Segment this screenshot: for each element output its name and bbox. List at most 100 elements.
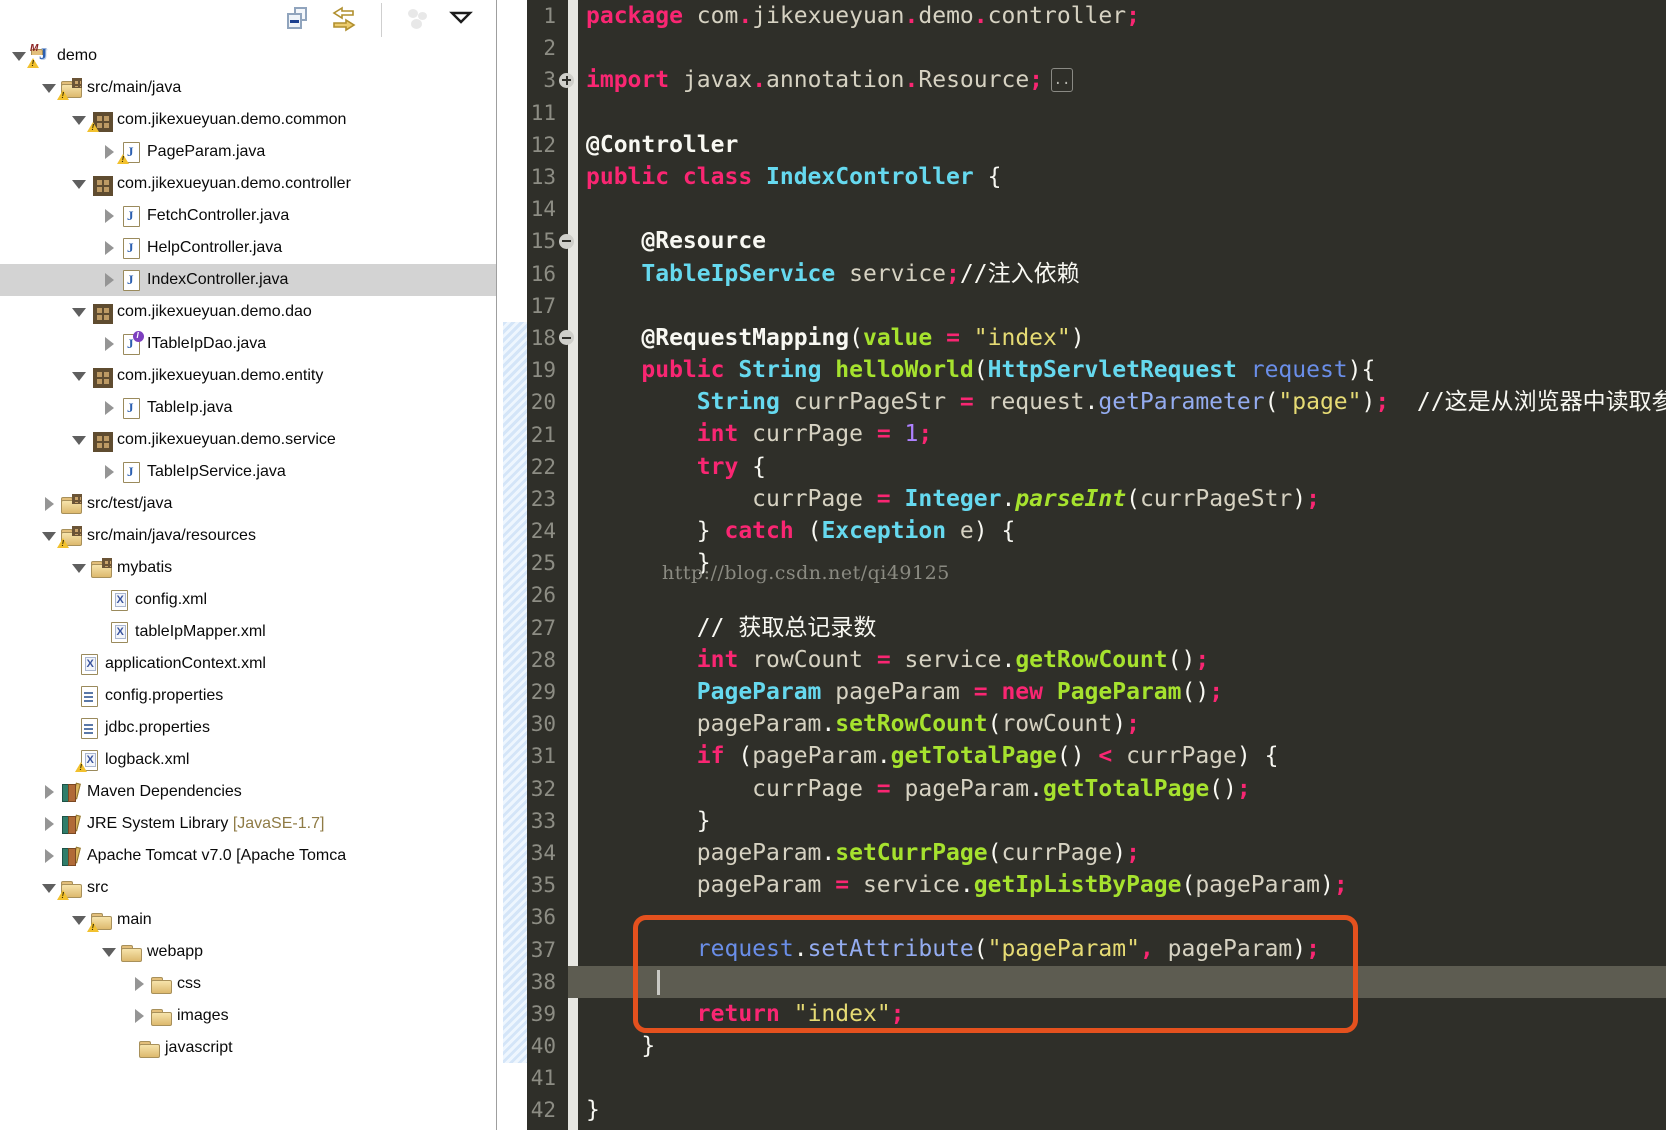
tree-item-src[interactable]: src <box>0 872 496 904</box>
code-line-14[interactable] <box>568 193 1666 225</box>
tree-item-javascript[interactable]: javascript <box>0 1032 496 1064</box>
tree-item-config-properties[interactable]: config.properties <box>0 680 496 712</box>
tree-item-helpcontroller-java[interactable]: HelpController.java <box>0 232 496 264</box>
code-line-26[interactable] <box>568 579 1666 611</box>
tree-item-tableipservice-java[interactable]: TableIpService.java <box>0 456 496 488</box>
code-line-29[interactable]: PageParam pageParam = new PageParam(); <box>568 676 1666 708</box>
folded-imports-box[interactable]: .. <box>1051 68 1074 93</box>
disclosure-triangle[interactable] <box>38 497 60 511</box>
code-line-39[interactable]: return "index"; <box>568 998 1666 1030</box>
code-line-41[interactable] <box>568 1062 1666 1094</box>
disclosure-triangle[interactable] <box>8 51 30 61</box>
disclosure-triangle[interactable] <box>68 307 90 317</box>
disclosure-triangle[interactable] <box>98 145 120 159</box>
code-line-19[interactable]: public String helloWorld(HttpServletRequ… <box>568 354 1666 386</box>
tree-item-com-jikexueyuan-demo-entity[interactable]: com.jikexueyuan.demo.entity <box>0 360 496 392</box>
code-line-22[interactable]: try { <box>568 451 1666 483</box>
tree-item-main[interactable]: main <box>0 904 496 936</box>
code-line-27[interactable]: // 获取总记录数 <box>568 612 1666 644</box>
tree-item-tableipmapper-xml[interactable]: tableIpMapper.xml <box>0 616 496 648</box>
disclosure-triangle[interactable] <box>98 241 120 255</box>
tree-item-src-main-java-resources[interactable]: src/main/java/resources <box>0 520 496 552</box>
code-line-33[interactable]: } <box>568 805 1666 837</box>
code-line-3[interactable]: import javax.annotation.Resource;.. <box>568 64 1666 96</box>
disclosure-triangle[interactable] <box>68 115 90 125</box>
disclosure-triangle[interactable] <box>68 563 90 573</box>
code-line-18[interactable]: @RequestMapping(value = "index") <box>568 322 1666 354</box>
code-line-17[interactable] <box>568 290 1666 322</box>
tree-item-webapp[interactable]: webapp <box>0 936 496 968</box>
tree-item-applicationcontext-xml[interactable]: applicationContext.xml <box>0 648 496 680</box>
disclosure-triangle[interactable] <box>98 337 120 351</box>
disclosure-triangle[interactable] <box>38 817 60 831</box>
tree-item-logback-xml[interactable]: logback.xml <box>0 744 496 776</box>
fold-expand-icon[interactable] <box>559 72 574 88</box>
disclosure-triangle[interactable] <box>128 1009 150 1023</box>
code-line-31[interactable]: if (pageParam.getTotalPage() < currPage)… <box>568 740 1666 772</box>
disclosure-triangle[interactable] <box>68 371 90 381</box>
code-line-34[interactable]: pageParam.setCurrPage(currPage); <box>568 837 1666 869</box>
tree-item-itableipdao-java[interactable]: ITableIpDao.java <box>0 328 496 360</box>
tree-item-apache-tomcat-v7-0-apache-tomca[interactable]: Apache Tomcat v7.0 [Apache Tomca <box>0 840 496 872</box>
tree-item-css[interactable]: css <box>0 968 496 1000</box>
code-line-11[interactable] <box>568 97 1666 129</box>
code-line-38[interactable] <box>568 965 1666 998</box>
code-line-16[interactable]: TableIpService service;//注入依赖 <box>568 258 1666 290</box>
disclosure-triangle[interactable] <box>98 465 120 479</box>
code-line-36[interactable] <box>568 901 1666 933</box>
code-line-1[interactable]: package com.jikexueyuan.demo.controller; <box>568 0 1666 32</box>
code-line-2[interactable] <box>568 32 1666 64</box>
fold-collapse-icon[interactable] <box>559 233 574 249</box>
tree-item-tableip-java[interactable]: TableIp.java <box>0 392 496 424</box>
tree-item-mybatis[interactable]: mybatis <box>0 552 496 584</box>
tree-item-demo[interactable]: Mdemo <box>0 40 496 72</box>
tree-item-pageparam-java[interactable]: PageParam.java <box>0 136 496 168</box>
code-line-28[interactable]: int rowCount = service.getRowCount(); <box>568 644 1666 676</box>
tree-item-src-test-java[interactable]: src/test/java <box>0 488 496 520</box>
disclosure-triangle[interactable] <box>38 785 60 799</box>
tree-item-src-main-java[interactable]: src/main/java <box>0 72 496 104</box>
disclosure-triangle[interactable] <box>98 273 120 287</box>
disclosure-triangle[interactable] <box>38 531 60 541</box>
focus-icon[interactable] <box>404 5 434 35</box>
disclosure-triangle[interactable] <box>38 83 60 93</box>
disclosure-triangle[interactable] <box>98 947 120 957</box>
tree-item-jre-system-library-[interactable]: JRE System Library [JavaSE-1.7] <box>0 808 496 840</box>
disclosure-triangle[interactable] <box>68 915 90 925</box>
code-line-24[interactable]: } catch (Exception e) { <box>568 515 1666 547</box>
code-line-12[interactable]: @Controller <box>568 129 1666 161</box>
tree-item-com-jikexueyuan-demo-service[interactable]: com.jikexueyuan.demo.service <box>0 424 496 456</box>
code-line-13[interactable]: public class IndexController { <box>568 161 1666 193</box>
disclosure-triangle[interactable] <box>68 179 90 189</box>
code-line-42[interactable]: } <box>568 1094 1666 1126</box>
code-line-25[interactable]: } <box>568 547 1666 579</box>
tree-item-fetchcontroller-java[interactable]: FetchController.java <box>0 200 496 232</box>
tree-item-jdbc-properties[interactable]: jdbc.properties <box>0 712 496 744</box>
code-line-21[interactable]: int currPage = 1; <box>568 418 1666 450</box>
disclosure-triangle[interactable] <box>98 401 120 415</box>
view-menu-icon[interactable] <box>448 5 478 35</box>
code-line-40[interactable]: } <box>568 1030 1666 1062</box>
disclosure-triangle[interactable] <box>38 883 60 893</box>
disclosure-triangle[interactable] <box>68 435 90 445</box>
disclosure-triangle[interactable] <box>38 849 60 863</box>
code-line-15[interactable]: @Resource <box>568 225 1666 257</box>
code-line-35[interactable]: pageParam = service.getIpListByPage(page… <box>568 869 1666 901</box>
link-with-editor-icon[interactable] <box>329 5 359 35</box>
tree-item-com-jikexueyuan-demo-controller[interactable]: com.jikexueyuan.demo.controller <box>0 168 496 200</box>
code-line-43[interactable] <box>568 1127 1666 1130</box>
tree-item-indexcontroller-java[interactable]: IndexController.java <box>0 264 496 296</box>
disclosure-triangle[interactable] <box>98 209 120 223</box>
code-line-23[interactable]: currPage = Integer.parseInt(currPageStr)… <box>568 483 1666 515</box>
collapse-all-icon[interactable] <box>285 5 315 35</box>
tree-item-com-jikexueyuan-demo-dao[interactable]: com.jikexueyuan.demo.dao <box>0 296 496 328</box>
tree-item-maven-dependencies[interactable]: Maven Dependencies <box>0 776 496 808</box>
tree-item-config-xml[interactable]: config.xml <box>0 584 496 616</box>
tree-item-images[interactable]: images <box>0 1000 496 1032</box>
code-line-20[interactable]: String currPageStr = request.getParamete… <box>568 386 1666 418</box>
disclosure-triangle[interactable] <box>128 977 150 991</box>
code-line-37[interactable]: request.setAttribute("pageParam", pagePa… <box>568 933 1666 965</box>
tree-item-com-jikexueyuan-demo-common[interactable]: com.jikexueyuan.demo.common <box>0 104 496 136</box>
code-line-30[interactable]: pageParam.setRowCount(rowCount); <box>568 708 1666 740</box>
code-line-32[interactable]: currPage = pageParam.getTotalPage(); <box>568 773 1666 805</box>
